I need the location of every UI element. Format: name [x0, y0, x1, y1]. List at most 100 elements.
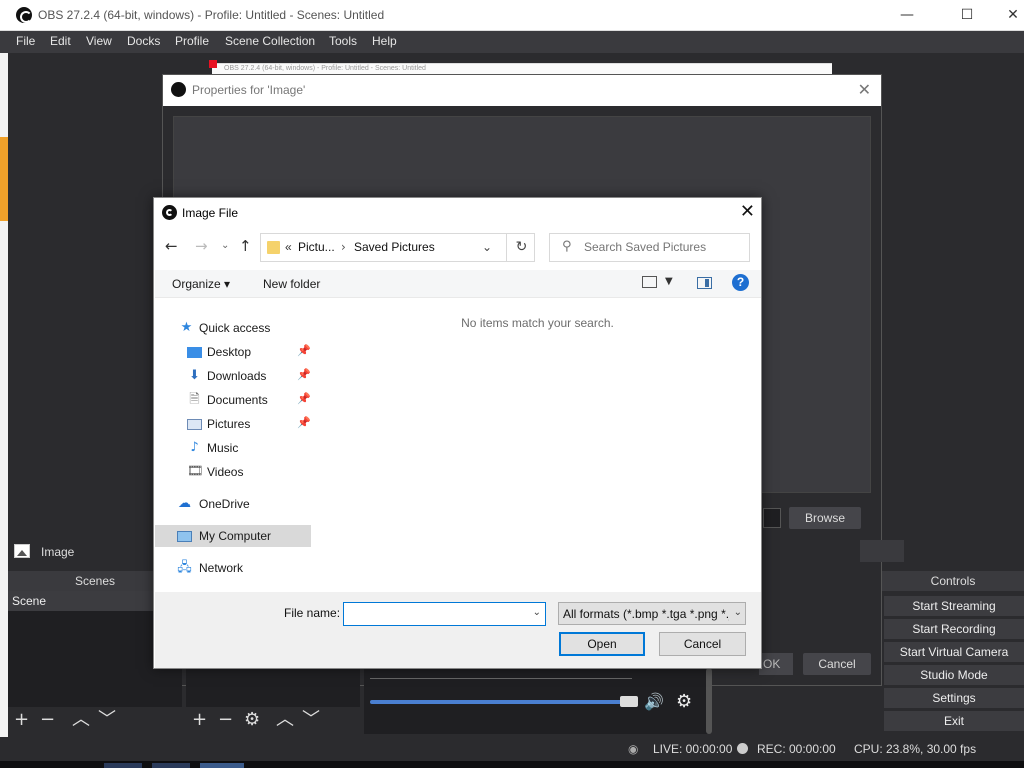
maximize-button[interactable]: ☐ — [944, 0, 990, 31]
address-bar[interactable]: « Pictu... › Saved Pictures ⌄ ↻ — [260, 233, 535, 262]
menu-profile[interactable]: Profile — [175, 34, 209, 48]
nav-onedrive[interactable]: ☁ OneDrive — [155, 493, 311, 515]
taskbar-item[interactable] — [152, 763, 190, 768]
menu-view[interactable]: View — [86, 34, 112, 48]
breadcrumb-saved-pictures[interactable]: Saved Pictures — [354, 240, 435, 254]
pin-icon[interactable]: 📌 — [297, 344, 311, 357]
taskbar-item[interactable] — [104, 763, 142, 768]
menu-scene-collection[interactable]: Scene Collection — [225, 34, 315, 48]
breadcrumb-pictures[interactable]: Pictu... — [298, 240, 335, 254]
move-up-icon[interactable]: ︿ — [276, 708, 294, 732]
nav-quick-access[interactable]: ★ Quick access — [155, 317, 311, 339]
organize-button[interactable]: Organize ▾ — [172, 277, 230, 291]
audio-mixer: 🔊 ⚙ — [364, 668, 708, 734]
chevron-down-icon[interactable]: ⌄ — [734, 607, 742, 618]
nav-my-computer[interactable]: My Computer — [155, 525, 311, 547]
cancel-button[interactable]: Cancel — [659, 632, 746, 656]
nav-network[interactable]: 🖧 Network — [155, 557, 311, 579]
studio-mode-button[interactable]: Studio Mode — [884, 665, 1024, 685]
source-toolbar-button[interactable] — [860, 540, 904, 562]
view-options-chevron-icon[interactable]: ▼ — [665, 276, 673, 287]
nav-music[interactable]: ♪ Music — [155, 437, 311, 459]
gear-icon[interactable]: ⚙ — [676, 691, 692, 712]
remove-source-icon[interactable]: − — [218, 708, 233, 732]
speaker-icon[interactable]: 🔊 — [644, 692, 664, 711]
properties-cancel-button[interactable]: Cancel — [803, 653, 871, 675]
pin-icon[interactable]: 📌 — [297, 368, 311, 381]
pin-icon[interactable]: 📌 — [297, 416, 311, 429]
source-properties-gear-icon[interactable]: ⚙ — [244, 708, 260, 732]
refresh-icon[interactable]: ↻ — [506, 233, 536, 262]
nav-pictures[interactable]: Pictures 📌 — [155, 413, 311, 435]
menu-edit[interactable]: Edit — [50, 34, 71, 48]
nav-documents[interactable]: 🗎 Documents 📌 — [155, 389, 311, 411]
add-scene-icon[interactable]: + — [14, 708, 29, 732]
move-down-icon[interactable]: ﹀ — [98, 708, 116, 732]
rec-status: REC: 00:00:00 — [757, 742, 836, 756]
dialog-close-icon[interactable]: ✕ — [740, 201, 755, 222]
menu-help[interactable]: Help — [372, 34, 397, 48]
properties-title: Properties for 'Image' — [192, 83, 306, 97]
folder-icon — [267, 241, 280, 254]
move-down-icon[interactable]: ﹀ — [302, 708, 320, 732]
file-list[interactable]: No items match your search. — [312, 299, 761, 592]
address-overflow[interactable]: « — [285, 240, 292, 254]
move-up-icon[interactable]: ︿ — [72, 708, 90, 732]
image-source-icon — [14, 544, 30, 558]
dialog-footer: File name: ⌄ All formats (*.bmp *.tga *.… — [155, 592, 761, 668]
file-type-value: All formats (*.bmp *.tga *.png *.jpeg *.… — [563, 607, 729, 621]
up-arrow-icon[interactable]: ↑ — [239, 237, 252, 255]
new-folder-button[interactable]: New folder — [263, 277, 320, 291]
chevron-down-icon[interactable]: ⌄ — [482, 240, 492, 254]
recent-locations-icon[interactable]: ⌄ — [221, 240, 229, 251]
menu-docks[interactable]: Docks — [127, 34, 160, 48]
rec-icon — [737, 743, 748, 754]
forward-arrow-icon[interactable]: → — [195, 237, 208, 255]
menu-file[interactable]: File — [16, 34, 35, 48]
chevron-down-icon[interactable]: ⌄ — [533, 607, 541, 618]
back-arrow-icon[interactable]: ← — [165, 237, 178, 255]
ok-button[interactable]: OK — [759, 653, 793, 675]
music-note-icon: ♪ — [190, 440, 199, 455]
search-input[interactable] — [584, 240, 744, 254]
settings-button[interactable]: Settings — [884, 688, 1024, 708]
change-view-icon[interactable] — [642, 276, 657, 288]
exit-button[interactable]: Exit — [884, 711, 1024, 731]
mixer-scrollbar[interactable] — [706, 668, 712, 734]
obs-logo-icon — [16, 7, 32, 23]
file-name-combobox[interactable]: ⌄ — [343, 602, 546, 626]
chevron-right-icon[interactable]: › — [341, 240, 346, 254]
remove-scene-icon[interactable]: − — [40, 708, 55, 732]
start-streaming-button[interactable]: Start Streaming — [884, 596, 1024, 616]
nav-label: Music — [207, 441, 239, 455]
obs-menubar: File Edit View Docks Profile Scene Colle… — [0, 31, 1024, 53]
volume-slider[interactable] — [370, 700, 632, 704]
properties-close-icon[interactable]: ✕ — [858, 80, 871, 99]
empty-message: No items match your search. — [461, 316, 614, 330]
pin-icon[interactable]: 📌 — [297, 392, 311, 405]
start-recording-button[interactable]: Start Recording — [884, 619, 1024, 639]
obs-window-title: OBS 27.2.4 (64-bit, windows) - Profile: … — [38, 8, 385, 22]
browse-button[interactable]: Browse — [789, 507, 861, 529]
nav-desktop[interactable]: Desktop 📌 — [155, 341, 311, 363]
star-icon: ★ — [180, 320, 193, 335]
file-type-select[interactable]: All formats (*.bmp *.tga *.png *.jpeg *.… — [558, 602, 746, 625]
taskbar-item[interactable] — [200, 763, 244, 768]
scenes-toolbar: + − ︿ ﹀ — [8, 708, 182, 732]
help-icon[interactable]: ? — [732, 274, 749, 291]
open-button[interactable]: Open — [559, 632, 645, 656]
menu-tools[interactable]: Tools — [329, 34, 357, 48]
search-box[interactable]: ⚲ — [549, 233, 750, 262]
background-window-title: OBS 27.2.4 (64-bit, windows) - Profile: … — [224, 65, 426, 72]
nav-downloads[interactable]: ⬇ Downloads 📌 — [155, 365, 311, 387]
add-source-icon[interactable]: + — [192, 708, 207, 732]
nav-videos[interactable]: 🎞 Videos — [155, 461, 311, 483]
file-name-input[interactable] — [348, 607, 528, 621]
status-bar: ◉ LIVE: 00:00:00 REC: 00:00:00 CPU: 23.8… — [0, 737, 1024, 761]
preview-pane-icon[interactable] — [697, 277, 712, 289]
minimize-button[interactable]: — — [884, 0, 930, 31]
start-virtual-camera-button[interactable]: Start Virtual Camera — [884, 642, 1024, 662]
volume-slider-handle[interactable] — [620, 696, 638, 707]
image-path-field[interactable] — [763, 508, 781, 528]
close-button[interactable]: ✕ — [990, 0, 1024, 31]
